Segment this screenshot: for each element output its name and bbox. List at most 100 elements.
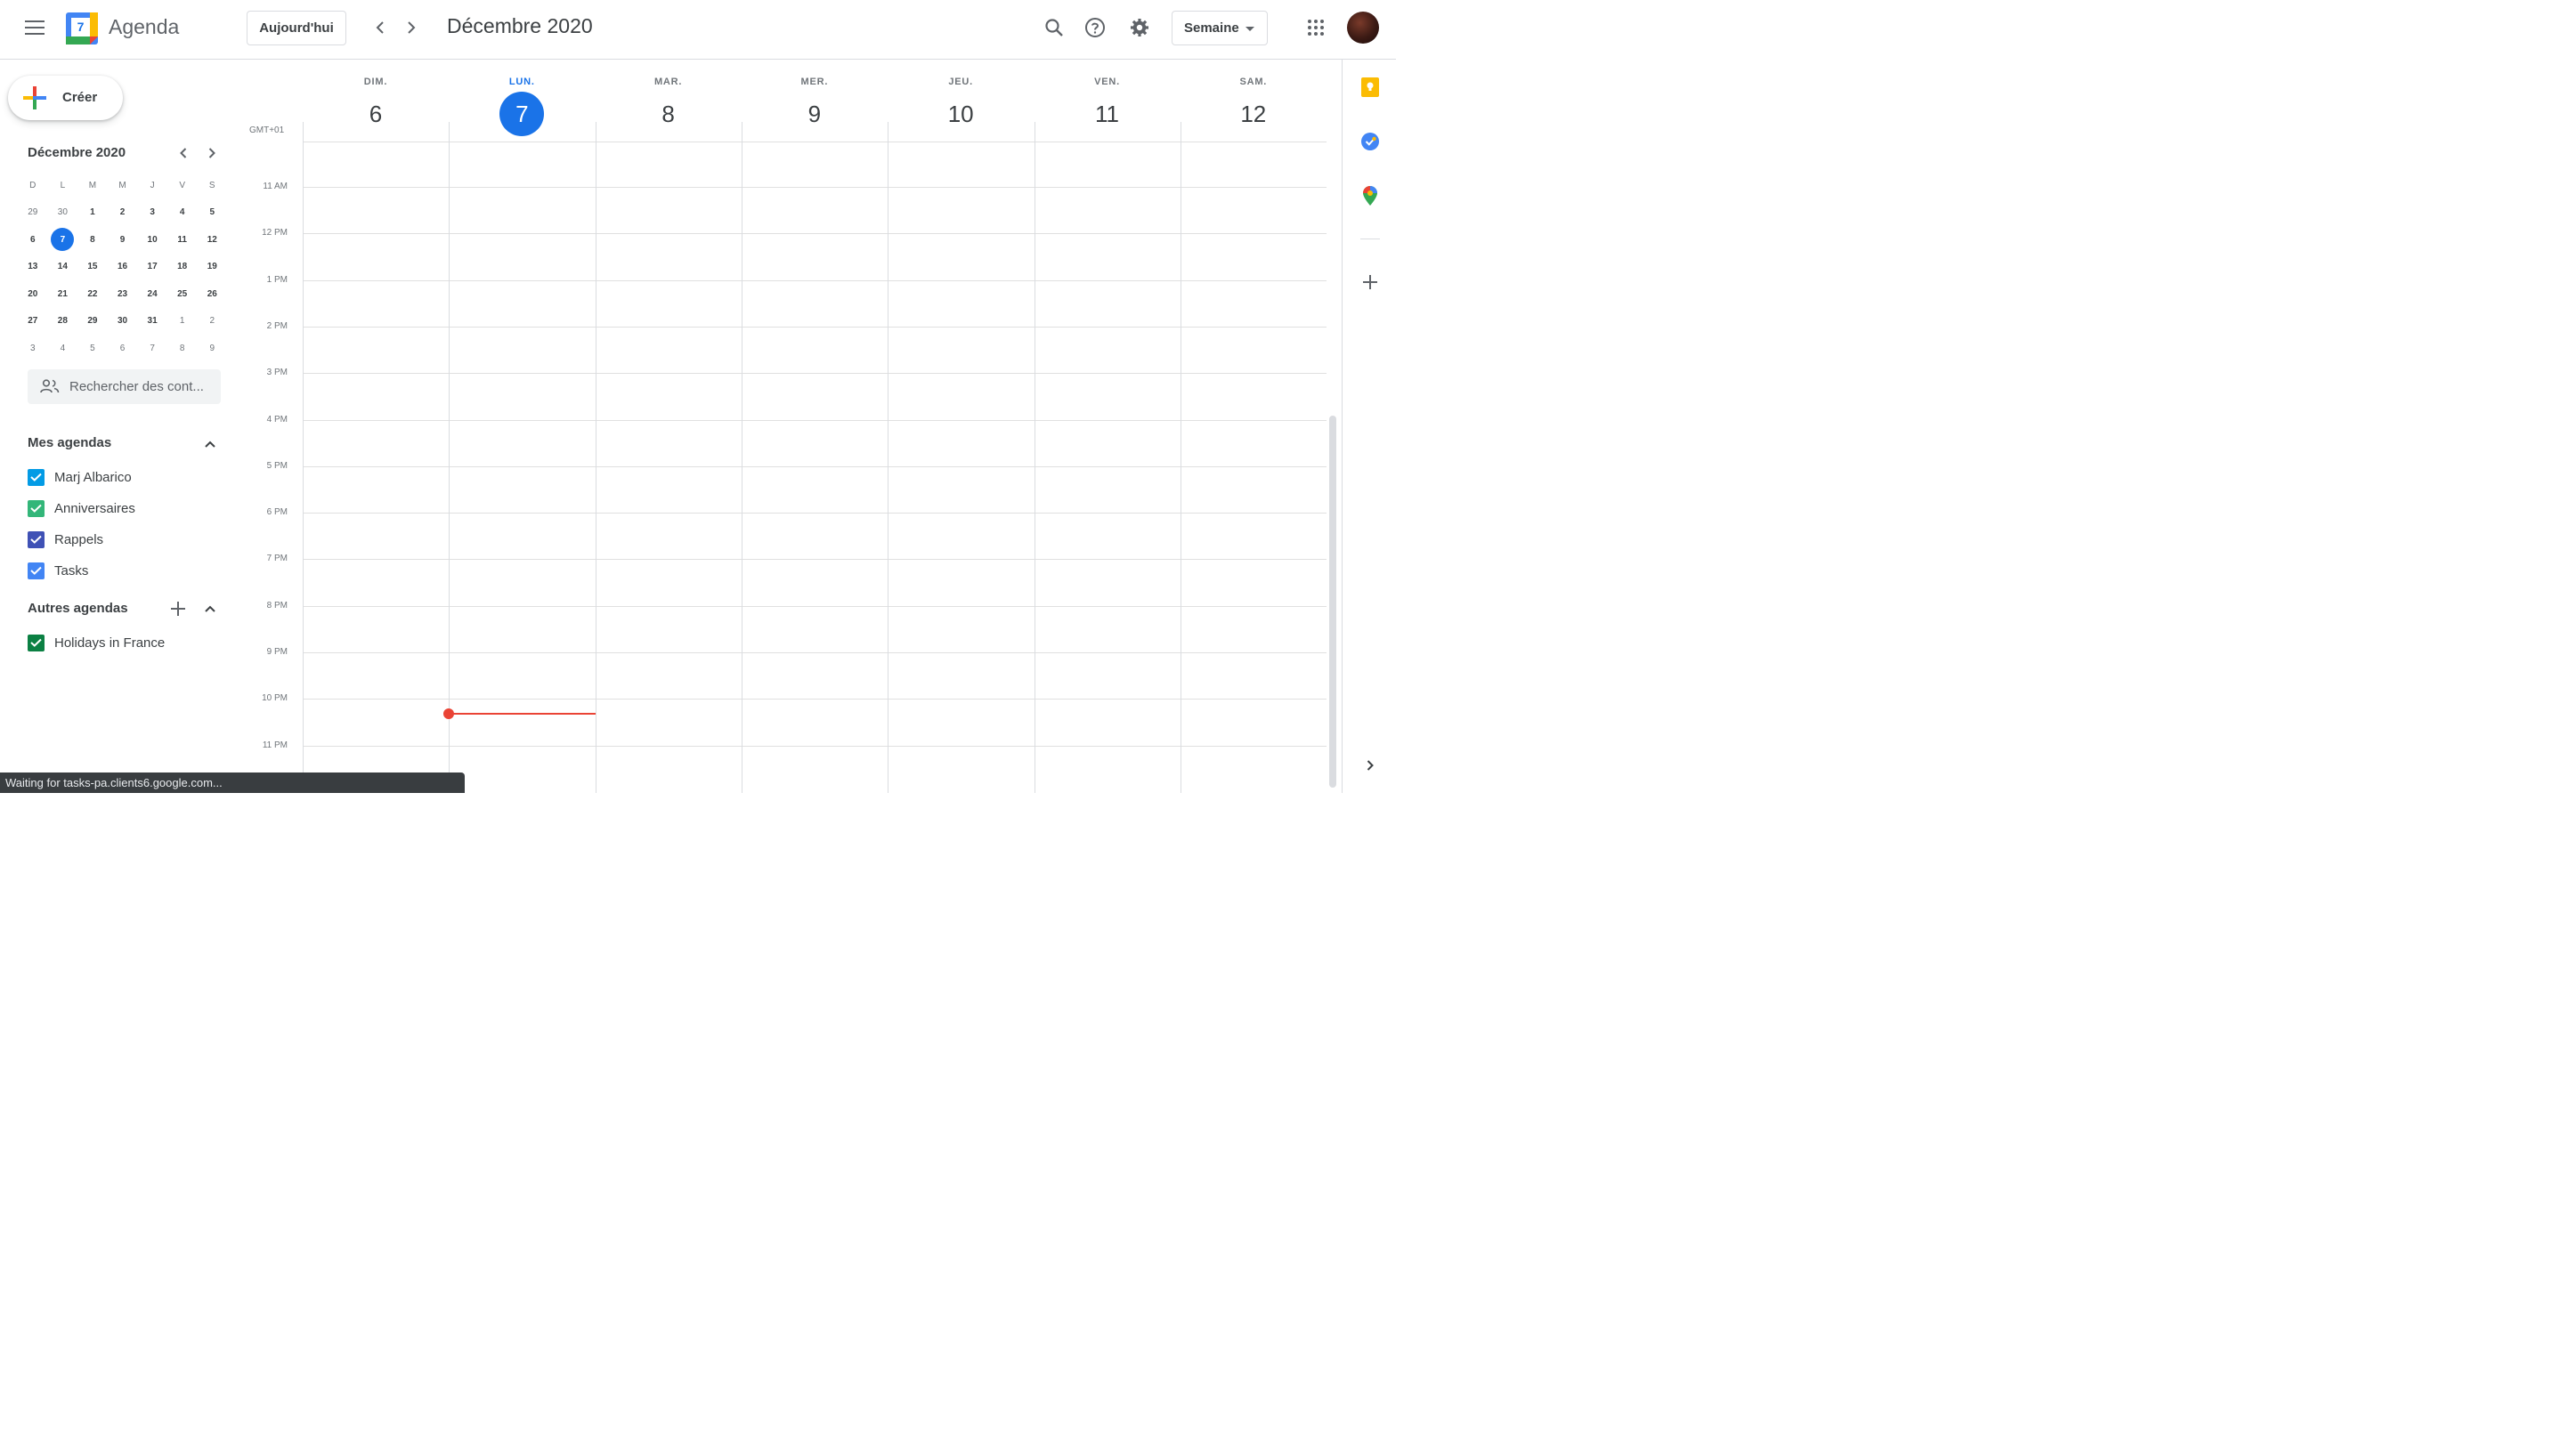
mini-calendar-day[interactable]: 4 [167, 201, 198, 224]
calendar-checkbox[interactable] [28, 468, 45, 486]
calendar-list-item[interactable]: Holidays in France [28, 633, 165, 652]
day-number[interactable]: 6 [303, 93, 449, 135]
view-selector[interactable]: Semaine [1172, 11, 1268, 45]
mini-calendar-day[interactable]: 13 [18, 255, 48, 279]
mini-calendar-day[interactable]: 5 [197, 201, 227, 224]
mini-calendar-day[interactable]: 4 [48, 336, 78, 360]
mini-calendar-day[interactable]: 6 [108, 336, 138, 360]
mini-calendar-next-button[interactable] [201, 142, 223, 164]
mini-calendar-day[interactable]: 15 [77, 255, 108, 279]
search-button[interactable] [1036, 10, 1072, 45]
mini-calendar-day[interactable]: 20 [18, 282, 48, 305]
day-header[interactable]: MER. 9 [742, 60, 888, 135]
mini-calendar-day[interactable]: 21 [48, 282, 78, 305]
calendar-checkbox[interactable] [28, 530, 45, 548]
google-apps-button[interactable] [1298, 10, 1334, 45]
vertical-scrollbar[interactable] [1329, 416, 1336, 788]
settings-button[interactable] [1122, 10, 1157, 45]
day-header[interactable]: DIM. 6 [303, 60, 449, 135]
day-number[interactable]: 7 [449, 92, 595, 136]
mini-calendar-day[interactable]: 3 [137, 201, 167, 224]
search-people-input[interactable]: Rechercher des cont... [28, 369, 221, 404]
day-number[interactable]: 10 [888, 93, 1034, 135]
mini-calendar-day[interactable]: 9 [108, 228, 138, 251]
mini-calendar-day[interactable]: 25 [167, 282, 198, 305]
mini-calendar-day[interactable]: 3 [18, 336, 48, 360]
mini-calendar-day[interactable]: 12 [197, 228, 227, 251]
mini-calendar-day[interactable]: 30 [48, 201, 78, 224]
calendar-checkbox[interactable] [28, 499, 45, 517]
day-header[interactable]: VEN. 11 [1035, 60, 1181, 135]
mini-calendar-day[interactable]: 31 [137, 310, 167, 333]
calendar-list-item[interactable]: Anniversaires [28, 498, 135, 518]
maps-button[interactable] [1360, 186, 1380, 206]
mini-calendar-day[interactable]: 1 [77, 201, 108, 224]
hour-label: 9 PM [266, 647, 288, 657]
hour-gridline [303, 559, 1327, 561]
mini-calendar-day[interactable]: 28 [48, 310, 78, 333]
mini-calendar-day[interactable]: 6 [18, 228, 48, 251]
tasks-button[interactable] [1360, 132, 1380, 151]
mini-calendar-day-number: 19 [207, 262, 217, 272]
calendar-logo[interactable]: 7 [66, 12, 98, 44]
previous-period-button[interactable] [362, 10, 398, 45]
other-calendars-title[interactable]: Autres agendas [28, 601, 128, 616]
mini-calendar-day[interactable]: 9 [197, 336, 227, 360]
time-grid[interactable] [303, 122, 1327, 793]
day-number[interactable]: 11 [1035, 93, 1181, 135]
mini-calendar-day-number: 15 [87, 262, 98, 272]
day-header[interactable]: SAM. 12 [1181, 60, 1327, 135]
day-number[interactable]: 12 [1181, 93, 1327, 135]
next-period-button[interactable] [394, 10, 429, 45]
mini-calendar-day[interactable]: 8 [77, 228, 108, 251]
day-header[interactable]: JEU. 10 [888, 60, 1034, 135]
mini-calendar-day[interactable]: 22 [77, 282, 108, 305]
mini-calendar-day[interactable]: 10 [137, 228, 167, 251]
mini-calendar-day[interactable]: 18 [167, 255, 198, 279]
get-addons-button[interactable] [1360, 272, 1380, 292]
other-calendars-collapse-button[interactable] [197, 595, 223, 622]
mini-calendar-day[interactable]: 7 [137, 336, 167, 360]
mini-calendar-weekday: M [118, 180, 126, 190]
expand-side-panel-button[interactable] [1360, 756, 1380, 775]
mini-calendar-day[interactable]: 23 [108, 282, 138, 305]
day-header[interactable]: MAR. 8 [596, 60, 742, 135]
mini-calendar-day[interactable]: 30 [108, 310, 138, 333]
calendar-list-item[interactable]: Tasks [28, 561, 88, 580]
my-calendars-collapse-button[interactable] [197, 431, 223, 457]
mini-calendar-day[interactable]: 26 [197, 282, 227, 305]
my-calendars-title[interactable]: Mes agendas [28, 435, 111, 450]
main-menu-button[interactable] [17, 10, 53, 45]
mini-calendar-day[interactable]: 29 [77, 310, 108, 333]
add-other-calendar-button[interactable] [165, 595, 191, 622]
keep-button[interactable] [1360, 77, 1380, 97]
calendar-list-item[interactable]: Rappels [28, 530, 103, 549]
calendar-checkbox[interactable] [28, 562, 45, 579]
day-number-text: 9 [807, 100, 822, 127]
create-button[interactable]: Créer [8, 76, 123, 120]
mini-calendar-day[interactable]: 2 [197, 310, 227, 333]
mini-calendar-day[interactable]: 7 [48, 228, 78, 252]
mini-calendar-day[interactable]: 11 [167, 228, 198, 251]
calendar-list-item[interactable]: Marj Albarico [28, 467, 132, 487]
mini-calendar-day[interactable]: 2 [108, 201, 138, 224]
mini-calendar-day[interactable]: 8 [167, 336, 198, 360]
calendar-checkbox[interactable] [28, 634, 45, 651]
mini-calendar-day[interactable]: 16 [108, 255, 138, 279]
today-button[interactable]: Aujourd'hui [247, 11, 346, 45]
mini-calendar-day[interactable]: 5 [77, 336, 108, 360]
mini-calendar-day[interactable]: 19 [197, 255, 227, 279]
day-number[interactable]: 9 [742, 93, 888, 135]
mini-calendar-day[interactable]: 27 [18, 310, 48, 333]
account-avatar[interactable] [1347, 12, 1379, 44]
day-header[interactable]: LUN. 7 [449, 60, 595, 136]
mini-calendar-day[interactable]: 17 [137, 255, 167, 279]
mini-calendar-grid: D L M M J V S 29 30 1 2 3 4 5 6 7 8 9 10 11 12 13 14 15 16 17 18 19… [18, 172, 227, 362]
help-button[interactable] [1077, 10, 1113, 45]
mini-calendar-day[interactable]: 14 [48, 255, 78, 279]
mini-calendar-day[interactable]: 29 [18, 201, 48, 224]
mini-calendar-prev-button[interactable] [173, 142, 194, 164]
mini-calendar-day[interactable]: 1 [167, 310, 198, 333]
mini-calendar-day[interactable]: 24 [137, 282, 167, 305]
day-number[interactable]: 8 [596, 93, 742, 135]
